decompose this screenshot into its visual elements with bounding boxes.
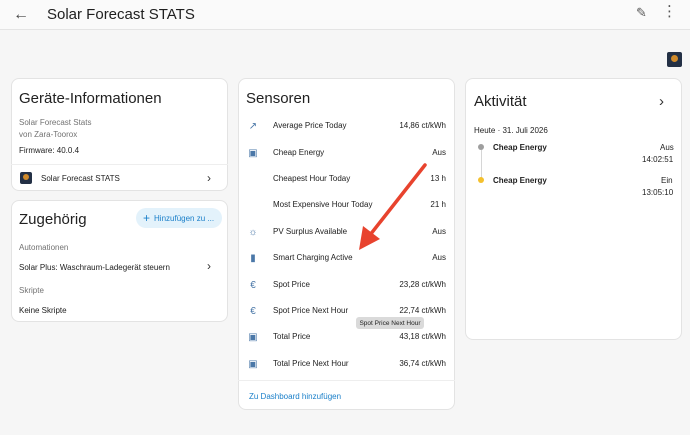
sensor-value: 21 h (430, 200, 446, 209)
sensors-title: Sensoren (246, 90, 311, 107)
event-state: Aus (660, 143, 674, 152)
chevron-right-icon: › (207, 259, 211, 273)
more-options-icon[interactable]: ⋮ (662, 3, 677, 21)
cash-icon: ▣ (248, 358, 258, 370)
device-info-title: Geräte-Informationen (19, 90, 162, 107)
activity-card (465, 78, 682, 340)
device-firmware: Firmware: 40.0.4 (19, 146, 80, 155)
sensor-name: Cheap Energy (273, 148, 325, 157)
event-time: 13:05:10 (642, 188, 674, 197)
device-image-icon[interactable] (667, 52, 682, 67)
sensor-row[interactable]: ▣ Cheap Energy Aus (246, 146, 446, 160)
sensor-row[interactable]: Most Expensive Hour Today 21 h (246, 198, 446, 212)
sensor-row[interactable]: ↗ Average Price Today 14,86 ct/kWh (246, 119, 446, 133)
sensor-value: 23,28 ct/kWh (399, 280, 446, 289)
trending-up-icon: ↗ (248, 120, 258, 132)
sensor-value: 36,74 ct/kWh (399, 359, 446, 368)
plus-icon: + (143, 211, 151, 225)
event-entity: Cheap Energy (493, 143, 547, 152)
battery-charging-icon: ▮ (250, 252, 256, 264)
device-link-label: Solar Forecast STATS (41, 174, 120, 183)
page-title: Solar Forecast STATS (47, 6, 195, 23)
sensor-name: Smart Charging Active (273, 253, 353, 262)
cash-icon: ▣ (248, 147, 258, 159)
sensor-name: Spot Price (273, 280, 310, 289)
automations-label: Automationen (19, 243, 69, 252)
edit-pencil-icon[interactable]: ✎ (636, 5, 647, 21)
euro-icon: € (250, 305, 256, 317)
scripts-empty: Keine Skripte (19, 306, 67, 315)
sensor-row[interactable]: ☼ PV Surplus Available Aus (246, 225, 446, 239)
activity-event[interactable]: Cheap Energy Ein 13:05:10 (465, 173, 682, 199)
sensor-name: Cheapest Hour Today (273, 174, 351, 183)
automation-item[interactable]: Solar Plus: Waschraum-Ladegerät steuern … (11, 257, 228, 277)
sensor-value: 43,18 ct/kWh (399, 332, 446, 341)
add-to-button[interactable]: + Hinzufügen zu ... (136, 208, 222, 228)
sensor-name: Total Price Next Hour (273, 359, 349, 368)
divider (11, 164, 228, 165)
device-manufacturer: von Zara-Toorox (19, 130, 78, 139)
scripts-label: Skripte (19, 286, 44, 295)
sensor-row[interactable]: ▮ Smart Charging Active Aus (246, 251, 446, 265)
sensor-name: Total Price (273, 332, 311, 341)
chevron-right-icon[interactable]: › (659, 93, 664, 110)
add-to-dashboard-link[interactable]: Zu Dashboard hinzufügen (249, 392, 341, 401)
tooltip: Spot Price Next Hour (356, 317, 424, 329)
device-link-row[interactable]: Solar Forecast STATS › (11, 166, 228, 190)
sensor-value: 14,86 ct/kWh (399, 121, 446, 130)
sensor-row[interactable]: Cheapest Hour Today 13 h (246, 172, 446, 186)
chevron-right-icon: › (207, 171, 211, 185)
sensor-row[interactable]: € Spot Price 23,28 ct/kWh (246, 278, 446, 292)
event-entity: Cheap Energy (493, 176, 547, 185)
back-arrow-icon[interactable]: ← (10, 5, 32, 25)
sensor-row[interactable]: ▣ Total Price 43,18 ct/kWh (246, 330, 446, 344)
sensor-name: Spot Price Next Hour (273, 306, 349, 315)
euro-icon: € (250, 279, 256, 291)
top-app-bar: ← Solar Forecast STATS ✎ ⋮ (0, 0, 690, 30)
cash-icon: ▣ (248, 331, 258, 343)
device-model: Solar Forecast Stats (19, 118, 92, 127)
sensor-row[interactable]: ▣ Total Price Next Hour 36,74 ct/kWh (246, 357, 446, 371)
sensor-name: PV Surplus Available (273, 227, 348, 236)
solar-power-icon: ☼ (248, 226, 258, 238)
solar-forecast-logo-icon (20, 172, 32, 184)
sensor-value: Aus (432, 148, 446, 157)
sensor-name: Most Expensive Hour Today (273, 200, 373, 209)
sensor-value: Aus (432, 253, 446, 262)
add-to-label: Hinzufügen zu ... (154, 213, 215, 223)
sensor-value: 13 h (430, 174, 446, 183)
sensor-value: Aus (432, 227, 446, 236)
sensor-value: 22,74 ct/kWh (399, 306, 446, 315)
activity-title: Aktivität (474, 93, 527, 110)
event-state: Ein (661, 176, 673, 185)
activity-event[interactable]: Cheap Energy Aus 14:02:51 (465, 140, 682, 166)
sensor-row[interactable]: € Spot Price Next Hour 22,74 ct/kWh (246, 304, 446, 318)
sensor-name: Average Price Today (273, 121, 347, 130)
activity-date: Heute · 31. Juli 2026 (474, 126, 548, 135)
divider (238, 380, 455, 381)
automation-name: Solar Plus: Waschraum-Ladegerät steuern (19, 263, 170, 272)
event-time: 14:02:51 (642, 155, 674, 164)
related-title: Zugehörig (19, 211, 87, 228)
